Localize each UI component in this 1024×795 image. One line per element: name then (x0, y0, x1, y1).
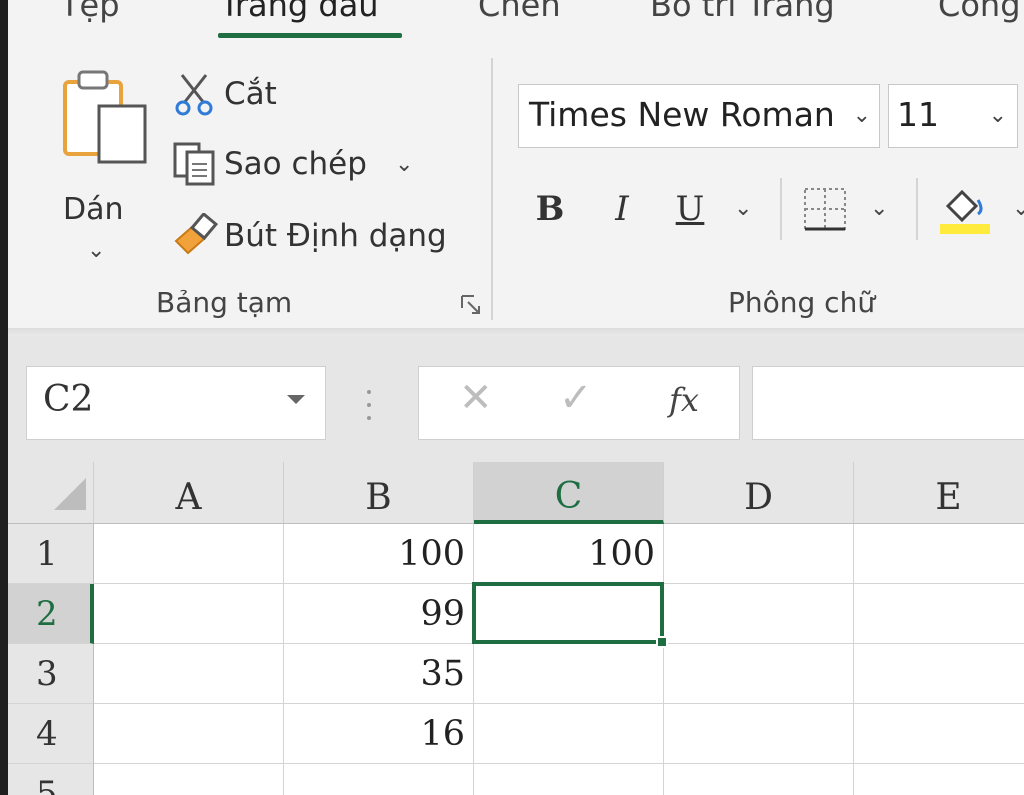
copy-icon (168, 140, 220, 188)
cell-c1[interactable]: 100 (474, 524, 664, 584)
scissors-icon (168, 70, 220, 118)
cancel-icon[interactable]: ✕ (459, 375, 493, 421)
chevron-down-icon[interactable]: ⌄ (87, 238, 105, 263)
cell-c5[interactable] (474, 764, 664, 795)
paste-icon (63, 70, 147, 164)
italic-button[interactable]: I (600, 186, 644, 232)
cell-e3[interactable] (854, 644, 1024, 704)
formula-input[interactable] (752, 366, 1024, 440)
tab-file[interactable]: Tệp (60, 0, 120, 24)
active-tab-indicator (218, 33, 402, 38)
paste-label: Dán (63, 192, 124, 227)
cell-a2[interactable] (94, 584, 284, 644)
fill-handle[interactable] (656, 636, 668, 648)
copy-label: Sao chép (224, 146, 367, 182)
cell-a4[interactable] (94, 704, 284, 764)
cell-b3[interactable]: 35 (284, 644, 474, 704)
cut-label: Cắt (224, 76, 277, 112)
font-size-value: 11 (897, 95, 939, 134)
cell-d5[interactable] (664, 764, 854, 795)
tab-home[interactable]: Trang đầu (220, 0, 379, 24)
row-header-5[interactable]: 5 (8, 764, 94, 795)
cell-e4[interactable] (854, 704, 1024, 764)
cell-b2[interactable]: 99 (284, 584, 474, 644)
cell-b1[interactable]: 100 (284, 524, 474, 584)
caret-down-icon[interactable] (287, 395, 305, 404)
ribbon-tabs: Tệp Trang đầu Chèn Bố trí Trang Công (8, 0, 1024, 46)
dialog-launcher-icon[interactable] (460, 294, 482, 316)
cell-c3[interactable] (474, 644, 664, 704)
tab-formulas[interactable]: Công (938, 0, 1021, 24)
name-box[interactable]: C2 (26, 366, 326, 440)
row-header-2[interactable]: 2 (8, 584, 94, 644)
row-header-4[interactable]: 4 (8, 704, 94, 764)
cell-d2[interactable] (664, 584, 854, 644)
cell-d3[interactable] (664, 644, 854, 704)
window-edge (0, 0, 8, 795)
format-painter-icon (168, 212, 220, 260)
tab-insert[interactable]: Chèn (478, 0, 561, 24)
cell-a5[interactable] (94, 764, 284, 795)
cell-d1[interactable] (664, 524, 854, 584)
format-painter-button[interactable]: Bút Định dạng (168, 210, 447, 262)
separator (916, 178, 918, 240)
chevron-down-icon[interactable]: ⌄ (395, 152, 413, 177)
ribbon: Dán ⌄ Cắt Sao chép ⌄ Bút Định dạng Bảng … (8, 46, 1024, 332)
underline-button[interactable]: U (668, 186, 712, 232)
name-box-value: C2 (43, 379, 94, 420)
chevron-down-icon: ⌄ (988, 103, 1007, 128)
cell-e2[interactable] (854, 584, 1024, 644)
select-all-button[interactable] (8, 462, 94, 524)
fill-color-icon[interactable] (938, 182, 994, 236)
cell-b4[interactable]: 16 (284, 704, 474, 764)
cell-d4[interactable] (664, 704, 854, 764)
borders-icon[interactable] (802, 186, 848, 232)
clipboard-group-label: Bảng tạm (156, 286, 293, 319)
column-header-a[interactable]: A (94, 462, 284, 524)
row-header-3[interactable]: 3 (8, 644, 94, 704)
insert-function-icon[interactable]: fx (669, 381, 699, 419)
ribbon-shadow (8, 328, 1024, 336)
worksheet-grid: A B C D E 1 2 3 4 5 100 100 99 35 16 (8, 462, 1024, 795)
column-header-c[interactable]: C (474, 462, 664, 524)
font-name-select[interactable]: Times New Roman ⌄ (518, 84, 880, 148)
font-group-label: Phông chữ (728, 286, 876, 319)
chevron-down-icon: ⌄ (852, 103, 871, 128)
column-header-d[interactable]: D (664, 462, 854, 524)
select-all-icon (54, 478, 86, 510)
cell-c4[interactable] (474, 704, 664, 764)
check-icon[interactable]: ✓ (559, 375, 593, 421)
bold-button[interactable]: B (528, 186, 572, 232)
cell-a1[interactable] (94, 524, 284, 584)
cell-b5[interactable] (284, 764, 474, 795)
active-cell-c2[interactable] (472, 582, 664, 644)
format-painter-label: Bút Định dạng (224, 218, 447, 254)
formula-actions: ✕ ✓ fx (418, 366, 740, 440)
cut-button[interactable]: Cắt (168, 68, 277, 120)
tab-page-layout[interactable]: Bố trí Trang (650, 0, 835, 24)
formula-bar: C2 ✕ ✓ fx (8, 336, 1024, 462)
row-header-1[interactable]: 1 (8, 524, 94, 584)
chevron-down-icon[interactable]: ⌄ (870, 196, 888, 221)
cell-e1[interactable] (854, 524, 1024, 584)
drag-handle-icon[interactable] (366, 388, 372, 422)
cell-e5[interactable] (854, 764, 1024, 795)
font-size-select[interactable]: 11 ⌄ (888, 84, 1018, 148)
chevron-down-icon[interactable]: ⌄ (1012, 196, 1024, 221)
separator (780, 178, 782, 240)
column-header-e[interactable]: E (854, 462, 1024, 524)
font-name-value: Times New Roman (529, 95, 835, 134)
column-header-b[interactable]: B (284, 462, 474, 524)
cell-a3[interactable] (94, 644, 284, 704)
group-separator (491, 58, 493, 320)
paste-button[interactable]: Dán ⌄ (53, 66, 153, 266)
chevron-down-icon[interactable]: ⌄ (734, 196, 752, 221)
copy-button[interactable]: Sao chép ⌄ (168, 138, 413, 190)
